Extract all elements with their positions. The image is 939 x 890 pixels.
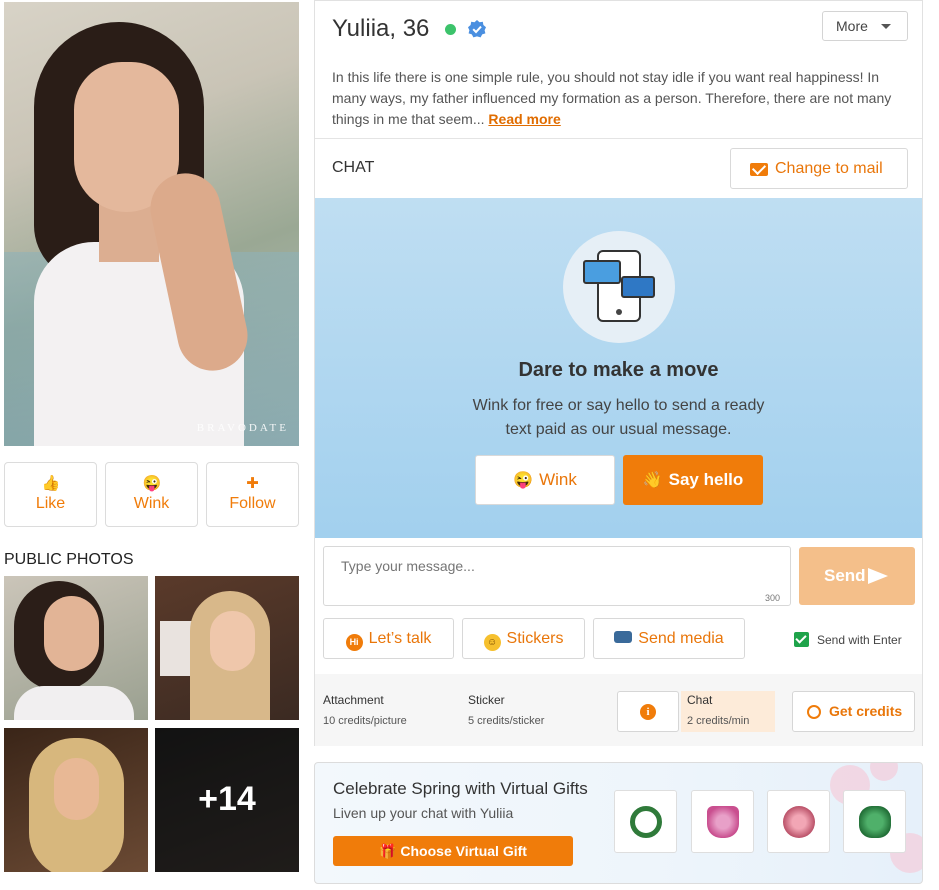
chat-price-label: Chat — [687, 693, 713, 707]
lets-talk-label: Let’s talk — [368, 630, 432, 647]
decor-petal — [870, 763, 898, 781]
profile-panel: Yuliia, 36 More In this life there is on… — [314, 0, 923, 746]
lets-talk-button[interactable]: Hi Let’s talk — [323, 618, 454, 659]
wink-button[interactable]: 😜 Wink — [475, 455, 615, 505]
stickers-button[interactable]: ☺ Stickers — [462, 618, 585, 659]
thumb-face — [54, 758, 99, 820]
read-more-link[interactable]: Read more — [488, 111, 560, 127]
wink-emoji-icon: 😜 — [142, 475, 162, 492]
mail-icon — [750, 163, 768, 176]
char-limit: 300 — [765, 593, 781, 603]
photo-watermark: BRAVODATE — [196, 422, 289, 434]
send-media-button[interactable]: Send media — [593, 618, 745, 659]
phone-home-dot — [616, 309, 622, 315]
chat-section-label: CHAT — [332, 159, 375, 176]
wink-label: Wink — [539, 470, 577, 489]
chat-bubble-icon — [583, 260, 621, 284]
send-with-enter-label: Send with Enter — [817, 633, 902, 647]
gift-item-4[interactable] — [843, 790, 906, 853]
send-button[interactable]: Send — [799, 547, 915, 605]
profile-name: Yuliia, 36 — [332, 15, 430, 42]
thumbs-up-icon: 👍 — [41, 475, 61, 492]
get-credits-button[interactable]: Get credits — [792, 691, 915, 732]
sticker-price-label: Sticker — [468, 693, 505, 707]
get-credits-label: Get credits — [829, 703, 903, 719]
crown-gift-icon — [707, 806, 739, 838]
public-photos-title: PUBLIC PHOTOS — [4, 551, 134, 568]
checkbox-checked-icon[interactable] — [794, 632, 809, 647]
clover-gift-icon — [859, 806, 891, 838]
more-dropdown[interactable]: More — [822, 11, 908, 41]
gifts-subtitle: Liven up your chat with Yuliia — [333, 805, 514, 821]
chevron-down-icon — [881, 24, 891, 29]
flower-tree-gift-icon — [783, 806, 815, 838]
chat-bubble-icon — [621, 276, 655, 298]
chat-price-box: Chat 2 credits/min — [681, 691, 775, 732]
more-photos-count: +14 — [198, 780, 256, 818]
like-button[interactable]: 👍 Like — [4, 462, 97, 527]
online-status-icon — [445, 24, 456, 35]
choose-virtual-gift-button[interactable]: 🎁 Choose Virtual Gift — [333, 836, 573, 866]
stickers-label: Stickers — [506, 630, 564, 647]
thumb-body — [14, 686, 134, 720]
change-to-mail-button[interactable]: Change to mail — [730, 148, 908, 189]
chat-hero: Dare to make a move Wink for free or say… — [315, 198, 922, 538]
profile-main-photo[interactable]: BRAVODATE — [4, 2, 299, 446]
public-photo-2[interactable] — [155, 576, 299, 720]
wink-action-button[interactable]: 😜 Wink — [105, 462, 198, 527]
follow-button[interactable]: ✚ Follow — [206, 462, 299, 527]
message-input[interactable] — [323, 546, 791, 606]
attachment-price-label: Attachment — [323, 693, 384, 707]
public-photo-more[interactable]: +14 — [155, 728, 299, 872]
more-label: More — [836, 18, 868, 34]
camera-icon — [614, 631, 633, 643]
wink-emoji-icon: 😜 — [513, 472, 534, 489]
choose-gift-label: Choose Virtual Gift — [400, 843, 527, 859]
say-hello-button[interactable]: 👋 Say hello — [623, 455, 763, 505]
chat-price-value: 2 credits/min — [687, 715, 750, 727]
gift-item-2[interactable] — [691, 790, 754, 853]
public-photo-1[interactable] — [4, 576, 148, 720]
send-media-label: Send media — [638, 630, 724, 647]
send-arrow-icon — [868, 568, 888, 584]
attachment-price-value: 10 credits/picture — [323, 715, 407, 727]
say-hello-label: Say hello — [668, 470, 744, 489]
sticker-smile-icon: ☺ — [483, 634, 501, 651]
hero-text: Wink for free or say hello to send a rea… — [472, 397, 765, 438]
waving-hand-icon: 👋 — [642, 472, 663, 489]
send-with-enter-toggle[interactable]: Send with Enter — [794, 632, 902, 647]
verified-badge-icon — [468, 20, 486, 38]
wink-action-label: Wink — [133, 495, 170, 512]
sticker-price-value: 5 credits/sticker — [468, 715, 545, 727]
info-icon: i — [640, 704, 656, 720]
thumb-face — [44, 596, 99, 671]
gifts-title: Celebrate Spring with Virtual Gifts — [333, 779, 588, 798]
coins-icon — [807, 705, 821, 719]
virtual-gifts-banner: Celebrate Spring with Virtual Gifts Live… — [314, 762, 923, 884]
pricing-bar: Attachment 10 credits/picture Sticker 5 … — [315, 674, 922, 746]
pricing-info-button[interactable]: i — [617, 691, 679, 732]
send-label: Send — [824, 566, 866, 585]
add-user-icon: ✚ — [246, 475, 259, 492]
hi-bubble-icon: Hi — [345, 634, 363, 651]
follow-label: Follow — [229, 495, 276, 512]
gift-box-icon: 🎁 — [379, 843, 401, 859]
divider — [315, 138, 922, 139]
thumb-face — [210, 611, 255, 671]
gift-item-3[interactable] — [767, 790, 830, 853]
wreath-gift-icon — [630, 806, 662, 838]
change-to-mail-label: Change to mail — [775, 160, 883, 177]
gift-item-1[interactable] — [614, 790, 677, 853]
like-label: Like — [35, 495, 66, 512]
hero-title: Dare to make a move — [518, 359, 719, 381]
bio-text: In this life there is one simple rule, y… — [332, 69, 892, 127]
public-photo-3[interactable] — [4, 728, 148, 872]
profile-bio: In this life there is one simple rule, y… — [332, 67, 912, 130]
